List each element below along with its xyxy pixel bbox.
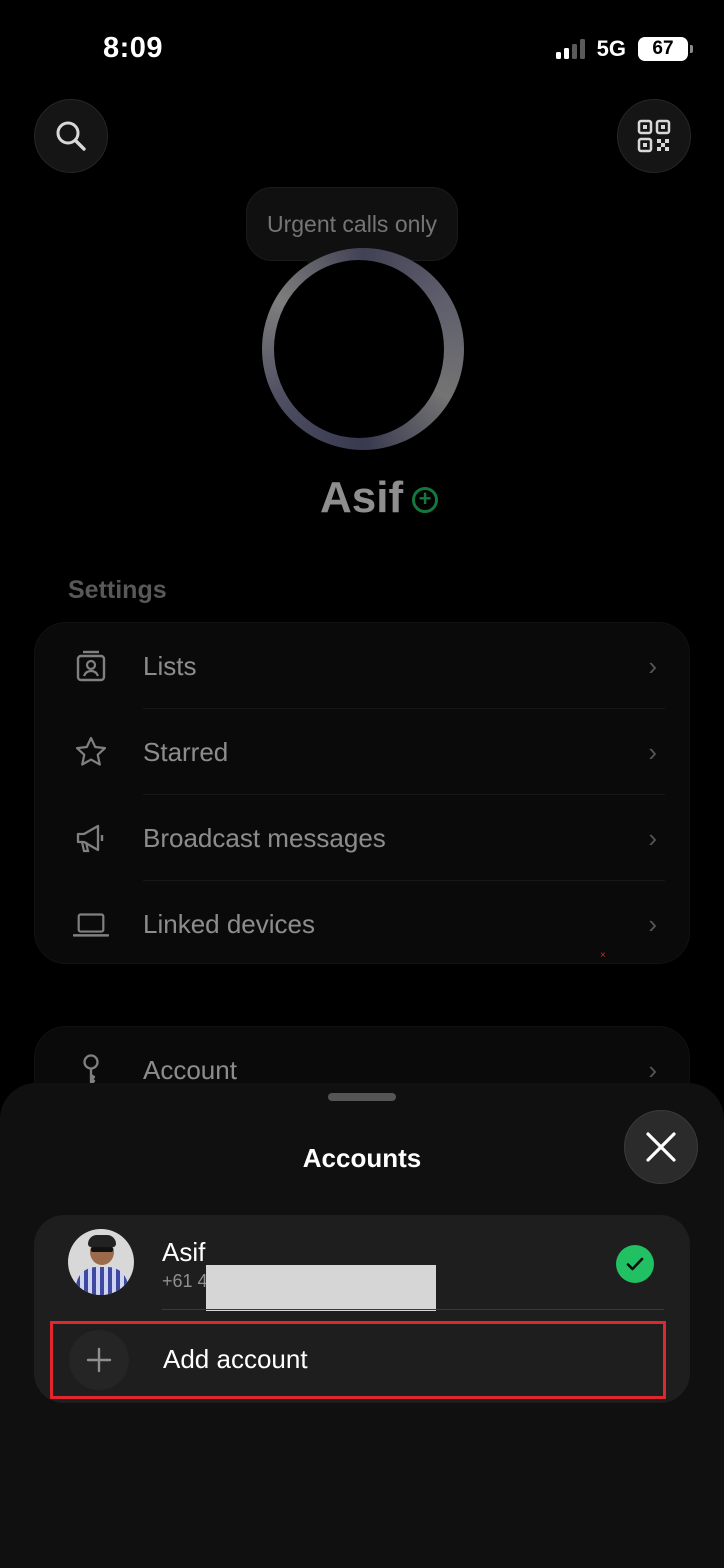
status-indicators: 5G 67 bbox=[555, 36, 693, 62]
chevron-right-icon: › bbox=[648, 908, 657, 939]
accounts-list: Asif +61 4 Add account bbox=[34, 1215, 690, 1403]
add-account-button[interactable]: Add account bbox=[50, 1321, 666, 1399]
settings-item-lists[interactable]: Lists › bbox=[35, 623, 689, 709]
settings-item-label: Account bbox=[143, 1054, 237, 1085]
battery-icon: 67 bbox=[638, 37, 693, 61]
cellular-signal-icon bbox=[555, 39, 585, 59]
chevron-right-icon: › bbox=[648, 1054, 657, 1085]
account-name: Asif bbox=[162, 1237, 206, 1267]
settings-item-broadcast[interactable]: Broadcast messages › bbox=[35, 795, 689, 881]
stray-mark: × bbox=[600, 950, 606, 961]
megaphone-icon bbox=[73, 820, 109, 856]
chevron-right-icon: › bbox=[648, 822, 657, 853]
chevron-right-icon: › bbox=[648, 736, 657, 767]
qr-code-button[interactable] bbox=[617, 99, 691, 173]
battery-level: 67 bbox=[652, 38, 674, 59]
redaction-box bbox=[206, 1265, 436, 1311]
avatar bbox=[68, 1229, 134, 1295]
add-status-icon[interactable]: + bbox=[412, 487, 438, 513]
settings-item-label: Broadcast messages bbox=[143, 822, 386, 853]
settings-item-starred[interactable]: Starred › bbox=[35, 709, 689, 795]
settings-item-label: Lists bbox=[143, 650, 197, 681]
network-type: 5G bbox=[596, 36, 626, 61]
settings-item-label: Linked devices bbox=[143, 908, 315, 939]
account-phone: +61 4 bbox=[162, 1271, 208, 1291]
search-icon bbox=[56, 121, 86, 151]
settings-card: Lists › Starred › Broadcast messages › L… bbox=[34, 622, 690, 964]
add-account-label: Add account bbox=[163, 1344, 308, 1374]
profile-avatar[interactable] bbox=[262, 248, 464, 450]
checkmark-icon bbox=[616, 1245, 654, 1283]
plus-icon bbox=[69, 1330, 129, 1390]
settings-item-label: Starred bbox=[143, 736, 229, 767]
settings-item-linked-devices[interactable]: Linked devices › bbox=[35, 881, 689, 967]
lists-icon bbox=[73, 648, 109, 684]
sheet-title: Accounts bbox=[302, 1143, 422, 1173]
chevron-right-icon: › bbox=[648, 650, 657, 681]
laptop-icon bbox=[73, 906, 109, 942]
profile-name: Asif bbox=[320, 473, 404, 522]
qr-code-icon bbox=[637, 119, 671, 153]
sheet-grabber[interactable] bbox=[328, 1093, 396, 1101]
close-icon bbox=[646, 1132, 676, 1162]
accounts-sheet: Accounts Asif +61 4 Add account bbox=[0, 1083, 724, 1568]
search-button[interactable] bbox=[34, 99, 108, 173]
status-text: Urgent calls only bbox=[267, 210, 438, 237]
settings-section-title: Settings bbox=[68, 576, 167, 604]
close-button[interactable] bbox=[624, 1110, 698, 1184]
status-time: 8:09 bbox=[103, 32, 164, 64]
star-icon bbox=[73, 734, 109, 770]
